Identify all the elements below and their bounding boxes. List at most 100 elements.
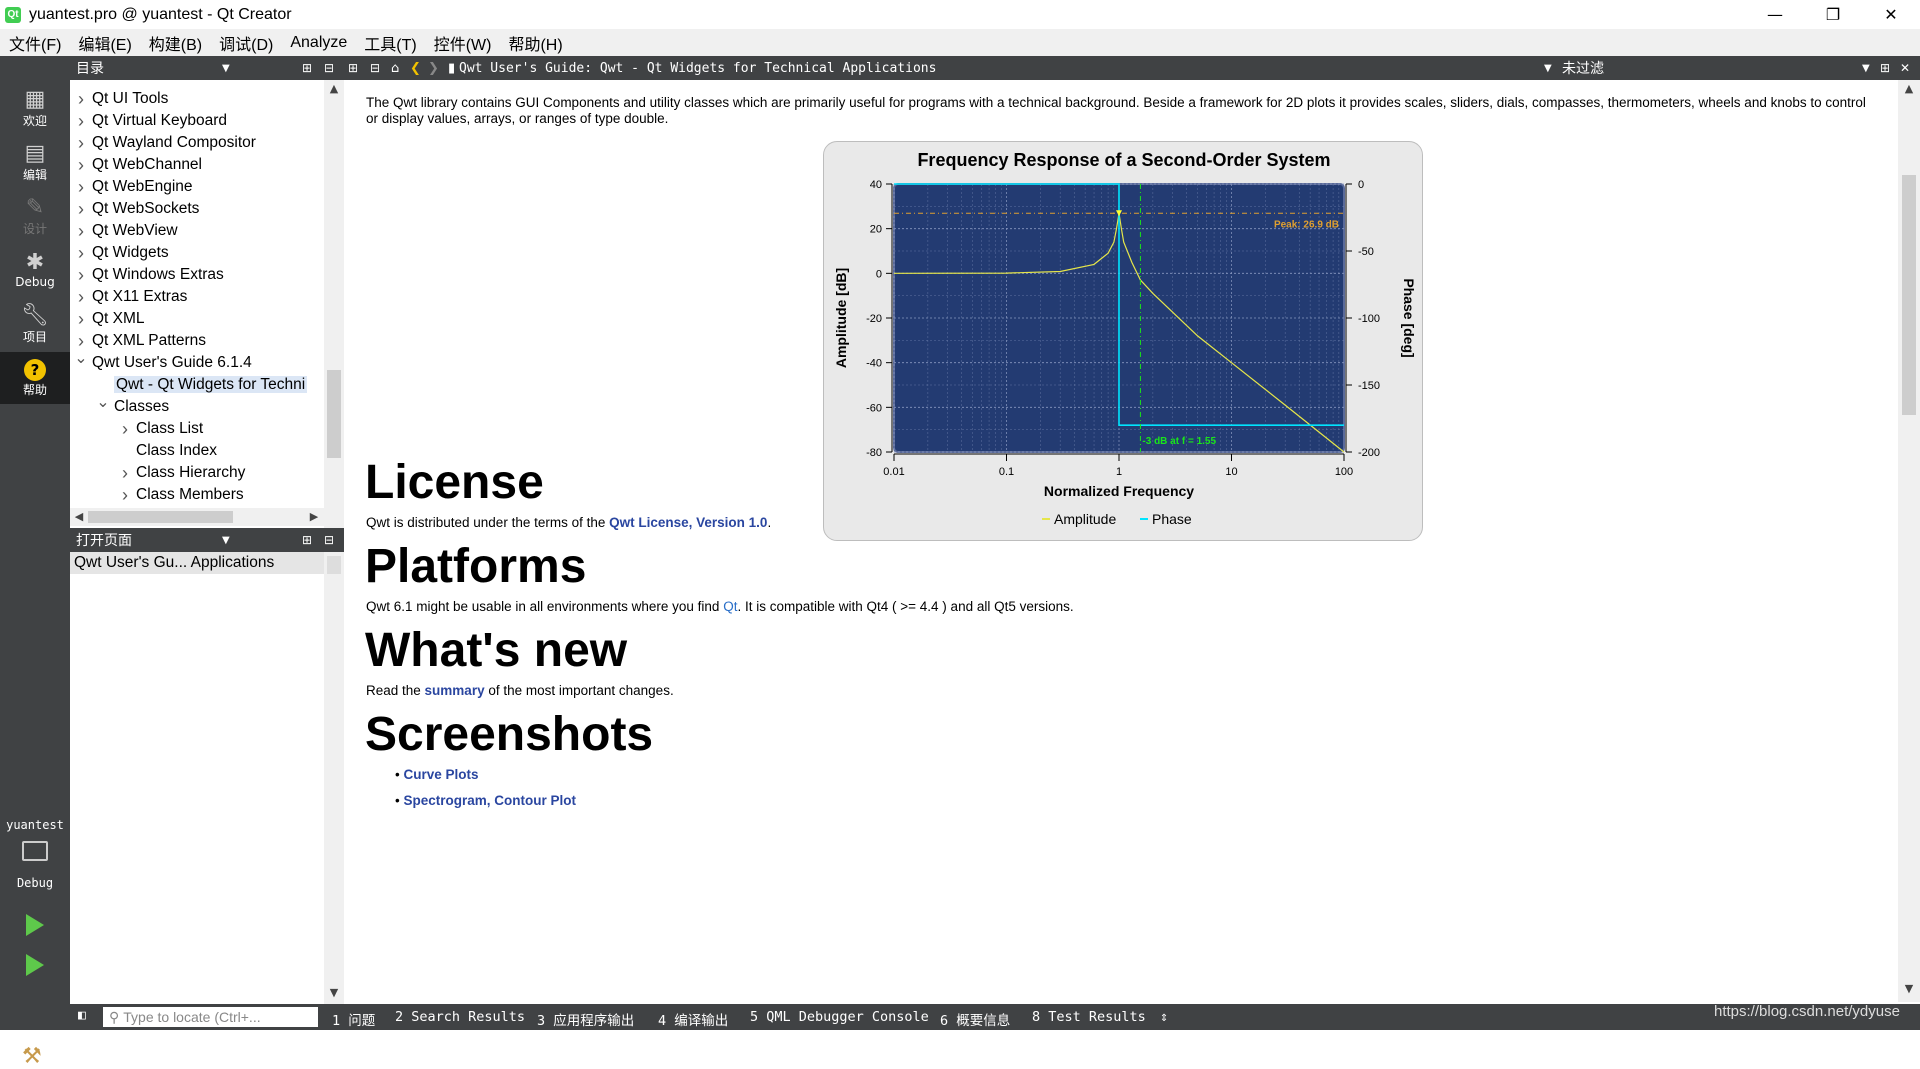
- qt-link[interactable]: Qt: [723, 599, 737, 614]
- menu-edit[interactable]: 编辑(E): [69, 31, 139, 55]
- open-pages-scroll-thumb[interactable]: [327, 556, 341, 574]
- chevron-right-icon[interactable]: ›: [74, 308, 88, 330]
- maximize-button[interactable]: ❐: [1804, 0, 1862, 29]
- open-page-item[interactable]: Qwt User's Gu... Applications: [70, 552, 324, 574]
- chevron-right-icon[interactable]: ›: [74, 132, 88, 154]
- close-button[interactable]: ✕: [1862, 0, 1920, 29]
- chevron-right-icon[interactable]: ›: [74, 264, 88, 286]
- menu-tools[interactable]: 工具(T): [355, 31, 424, 55]
- scroll-left-icon[interactable]: ◀: [71, 510, 87, 523]
- mode-debug[interactable]: ✱ Debug: [0, 244, 70, 296]
- tree-item[interactable]: › Qt XML Patterns: [74, 330, 206, 352]
- pane-issues[interactable]: 1 问题: [332, 1009, 375, 1029]
- chevron-right-icon[interactable]: ›: [74, 154, 88, 176]
- chevron-right-icon[interactable]: ›: [74, 88, 88, 110]
- menu-widgets[interactable]: 控件(W): [425, 31, 500, 55]
- tree-item[interactable]: ⌄ Qwt User's Guide 6.1.4: [74, 350, 251, 374]
- tree-item[interactable]: ⌄ Classes: [96, 394, 169, 418]
- chevron-right-icon[interactable]: ›: [74, 176, 88, 198]
- chevron-down-icon[interactable]: ▼: [222, 63, 230, 74]
- scroll-down-icon[interactable]: ▼: [1901, 982, 1917, 995]
- menu-help[interactable]: 帮助(H): [499, 31, 570, 55]
- mode-edit[interactable]: ▤ 编辑: [0, 136, 70, 188]
- menu-debug[interactable]: 调试(D): [210, 31, 281, 55]
- chevron-right-icon[interactable]: ›: [118, 418, 132, 440]
- close-icon[interactable]: ⊟: [370, 61, 380, 75]
- tree-item[interactable]: › Class Members: [118, 484, 244, 506]
- bookmark-icon[interactable]: ▮: [448, 61, 455, 76]
- contents-combo[interactable]: 目录: [76, 58, 104, 78]
- open-pages-vscrollbar[interactable]: ▼: [324, 552, 344, 1006]
- close-icon[interactable]: ✕: [1900, 61, 1910, 75]
- scroll-up-icon[interactable]: ▲: [1901, 82, 1917, 95]
- split-icon[interactable]: ⊞: [348, 61, 358, 75]
- close-pane-icon[interactable]: ⊟: [324, 61, 334, 75]
- build-hammer-icon[interactable]: ⚒: [22, 1044, 42, 1069]
- split-icon[interactable]: ⊞: [302, 533, 312, 547]
- chevron-down-icon[interactable]: ⌄: [96, 392, 110, 414]
- back-icon[interactable]: ❮: [410, 61, 421, 76]
- menu-analyze[interactable]: Analyze: [281, 34, 355, 52]
- close-pane-icon[interactable]: ⊟: [324, 533, 334, 547]
- tree-item[interactable]: › Qt Wayland Compositor: [74, 132, 256, 154]
- forward-icon[interactable]: ❯: [428, 61, 439, 76]
- run-icon[interactable]: [26, 914, 44, 936]
- tree-scroll-thumb[interactable]: [327, 370, 341, 458]
- pane-test-results[interactable]: 8 Test Results: [1032, 1009, 1146, 1025]
- tree-item[interactable]: › Qt Windows Extras: [74, 264, 224, 286]
- split-icon[interactable]: ⊞: [302, 61, 312, 75]
- locator-input[interactable]: ⚲ Type to locate (Ctrl+...: [103, 1007, 318, 1027]
- chevron-right-icon[interactable]: ›: [74, 198, 88, 220]
- chevron-right-icon[interactable]: ›: [118, 484, 132, 506]
- chevron-right-icon[interactable]: ›: [74, 242, 88, 264]
- doc-vscrollbar[interactable]: ▲ ▼: [1898, 80, 1920, 1002]
- tree-item[interactable]: Qwt - Qt Widgets for Techni: [96, 374, 308, 396]
- tree-item[interactable]: › Class List: [118, 418, 203, 440]
- chevron-down-icon[interactable]: ▼: [222, 535, 230, 546]
- summary-link[interactable]: summary: [425, 683, 485, 698]
- pane-qml-console[interactable]: 5 QML Debugger Console: [750, 1009, 929, 1025]
- pane-compile-output[interactable]: 4 编译输出: [658, 1009, 728, 1029]
- menu-build[interactable]: 构建(B): [140, 31, 210, 55]
- scroll-right-icon[interactable]: ▶: [306, 510, 322, 523]
- chevron-right-icon[interactable]: ›: [118, 462, 132, 484]
- kit-selector-icon[interactable]: [22, 841, 48, 861]
- tree-hscrollbar[interactable]: ◀ ▶: [70, 508, 324, 526]
- pane-general-messages[interactable]: 6 概要信息: [940, 1009, 1010, 1029]
- mode-design[interactable]: ✎ 设计: [0, 190, 70, 242]
- spectrogram-link[interactable]: Spectrogram, Contour Plot: [403, 793, 576, 808]
- debug-run-icon[interactable]: [26, 954, 44, 976]
- tree-item[interactable]: Class Index: [118, 440, 217, 462]
- tree-item[interactable]: › Qt WebSockets: [74, 198, 199, 220]
- tree-item[interactable]: › Qt Virtual Keyboard: [74, 110, 227, 132]
- open-pages-combo[interactable]: 打开页面: [76, 530, 132, 550]
- tree-item[interactable]: › Qt WebEngine: [74, 176, 193, 198]
- tree-vscrollbar[interactable]: ▲ ▼: [324, 80, 344, 552]
- tree-item[interactable]: › Qt X11 Extras: [74, 286, 187, 308]
- tree-item[interactable]: › Qt Widgets: [74, 242, 169, 264]
- tree-item[interactable]: › Qt WebChannel: [74, 154, 202, 176]
- tree-hscroll-thumb[interactable]: [88, 511, 233, 523]
- pane-search-results[interactable]: 2 Search Results: [395, 1009, 525, 1025]
- tree-item[interactable]: › Class Hierarchy: [118, 462, 245, 484]
- chevron-right-icon[interactable]: ›: [74, 286, 88, 308]
- home-icon[interactable]: ⌂: [391, 61, 399, 76]
- chevron-right-icon[interactable]: ›: [74, 220, 88, 242]
- mode-projects[interactable]: 🔧︎ 项目: [0, 298, 70, 350]
- scroll-up-icon[interactable]: ▲: [326, 82, 342, 95]
- chevron-right-icon[interactable]: ›: [74, 110, 88, 132]
- filter-combo[interactable]: 未过滤: [1562, 58, 1604, 78]
- pane-app-output[interactable]: 3 应用程序输出: [537, 1009, 634, 1029]
- page-title-combo[interactable]: Qwt User's Guide: Qwt - Qt Widgets for T…: [459, 61, 936, 76]
- chevron-down-icon[interactable]: ▼: [1544, 63, 1552, 74]
- chevron-down-icon[interactable]: ▼: [1862, 63, 1870, 74]
- more-panes-icon[interactable]: ⇕: [1160, 1009, 1168, 1025]
- mode-help[interactable]: ? 帮助: [0, 352, 70, 404]
- scroll-down-icon[interactable]: ▼: [326, 986, 342, 999]
- menu-file[interactable]: 文件(F): [0, 31, 69, 55]
- doc-scroll-thumb[interactable]: [1902, 175, 1916, 415]
- mode-welcome[interactable]: ▦ 欢迎: [0, 82, 70, 134]
- split-icon[interactable]: ⊞: [1880, 61, 1890, 75]
- toggle-sidebar-icon[interactable]: ◧: [78, 1008, 86, 1023]
- tree-item[interactable]: › Qt XML: [74, 308, 145, 330]
